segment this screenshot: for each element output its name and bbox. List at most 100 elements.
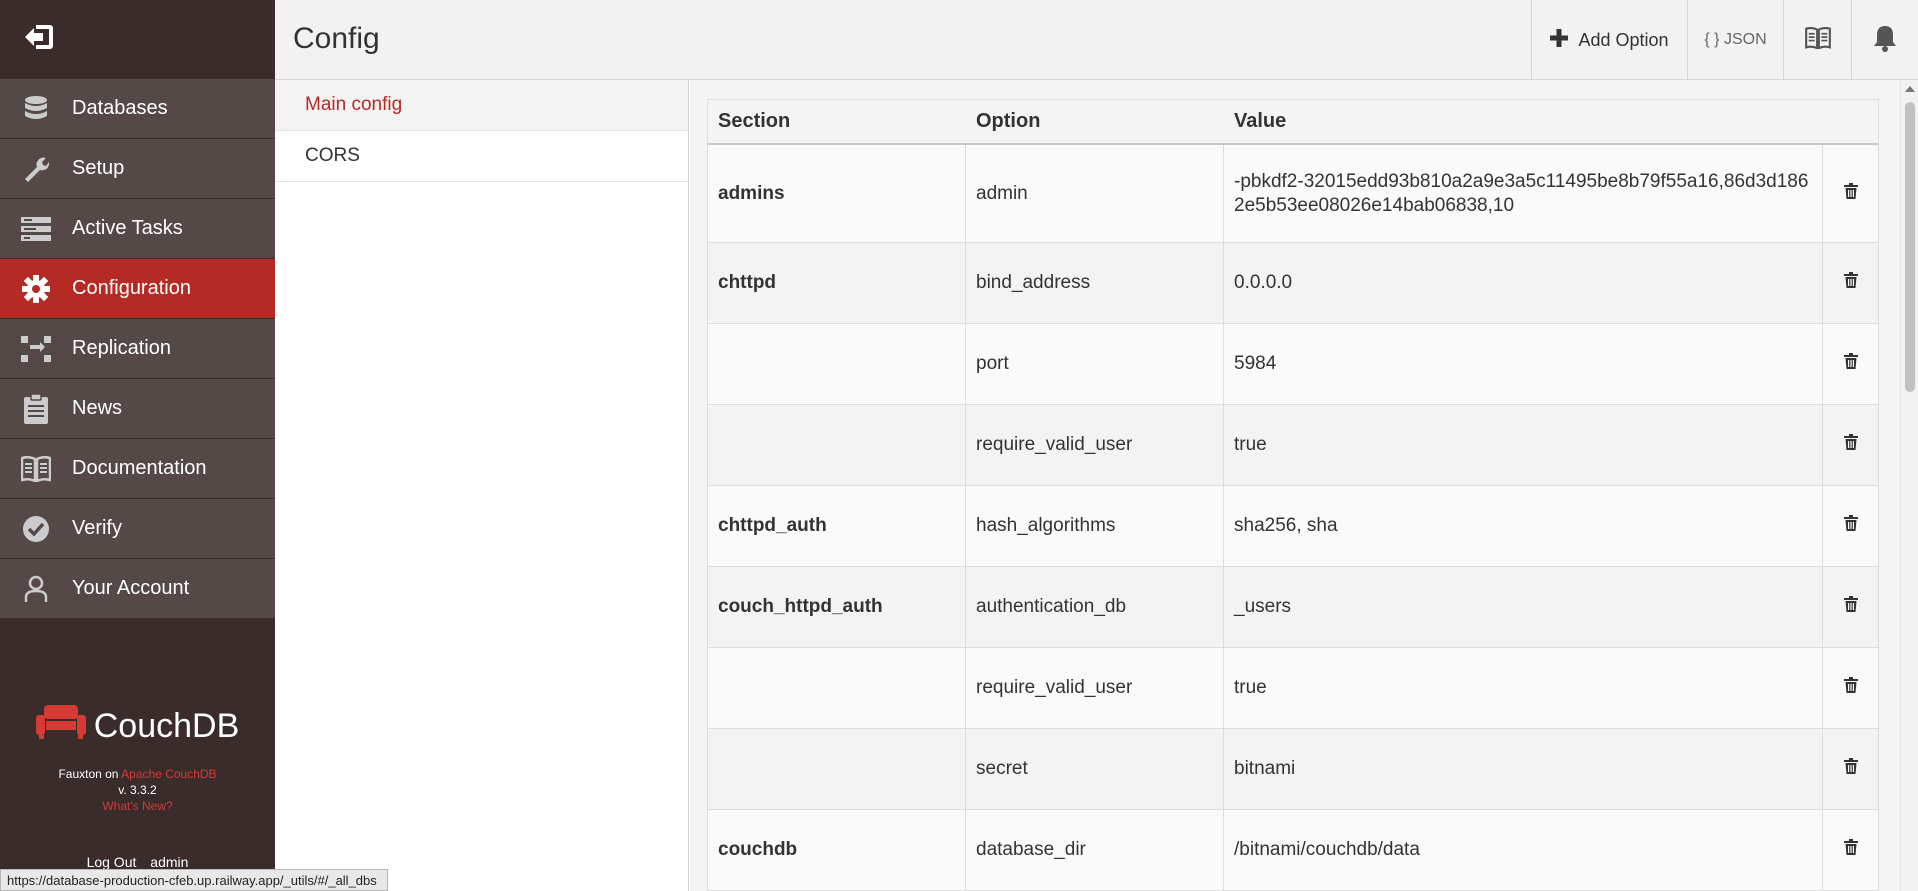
value-cell[interactable]: -pbkdf2-32015edd93b810a2a9e3a5c11495be8b… — [1224, 145, 1823, 242]
scrollbar-thumb[interactable] — [1905, 102, 1915, 392]
section-cell: couchdb — [708, 810, 966, 890]
value-cell[interactable]: true — [1224, 648, 1823, 728]
delete-option-button[interactable] — [1823, 648, 1878, 728]
delete-option-button[interactable] — [1823, 729, 1878, 809]
sidebar-item-setup[interactable]: Setup — [0, 139, 275, 199]
book-icon — [0, 455, 72, 482]
notifications-button[interactable] — [1851, 0, 1918, 80]
table-row: couch_httpd_auth authentication_db _user… — [707, 567, 1879, 648]
value-cell[interactable]: /bitnami/couchdb/data — [1224, 810, 1823, 890]
trash-icon — [1843, 434, 1858, 456]
brand: CouchDB Fauxton on Apache CouchDB v. 3.3… — [0, 705, 275, 814]
trash-icon — [1843, 182, 1858, 205]
column-header-value: Value — [1234, 110, 1287, 132]
value-cell[interactable]: true — [1224, 405, 1823, 485]
page-header: Config Add Option { } JSON — [275, 0, 1918, 80]
database-icon — [0, 95, 72, 123]
brand-name: CouchDB — [93, 707, 240, 745]
option-cell[interactable]: require_valid_user — [966, 405, 1224, 485]
column-header-option: Option — [976, 110, 1041, 132]
value-cell[interactable]: _users — [1224, 567, 1823, 647]
sidebar-item-label: Verify — [72, 517, 123, 539]
config-panel: Section Option Value admins admin -pbkdf… — [690, 80, 1900, 891]
username: admin — [150, 854, 189, 870]
sidebar-item-configuration[interactable]: Configuration — [0, 259, 275, 319]
section-cell — [708, 405, 966, 485]
option-cell[interactable]: admin — [966, 145, 1224, 242]
option-cell[interactable]: database_dir — [966, 810, 1224, 890]
option-cell[interactable]: port — [966, 324, 1224, 404]
trash-icon — [1843, 272, 1858, 294]
logout-link[interactable]: Log Out — [87, 854, 137, 870]
option-cell[interactable]: bind_address — [966, 243, 1224, 323]
section-cell — [708, 729, 966, 809]
plus-icon — [1550, 28, 1569, 52]
table-row: chttpd bind_address 0.0.0.0 — [707, 243, 1879, 324]
trash-icon — [1843, 353, 1858, 375]
option-cell[interactable]: hash_algorithms — [966, 486, 1224, 566]
collapse-sidebar-icon[interactable] — [22, 22, 56, 57]
sidebar-item-replication[interactable]: Replication — [0, 319, 275, 379]
tasks-icon — [0, 216, 72, 241]
value-cell[interactable]: sha256, sha — [1224, 486, 1823, 566]
option-cell[interactable]: authentication_db — [966, 567, 1224, 647]
value-cell[interactable]: 5984 — [1224, 324, 1823, 404]
section-cell — [708, 648, 966, 728]
column-header-section: Section — [718, 110, 791, 132]
value-cell[interactable]: 0.0.0.0 — [1224, 243, 1823, 323]
sidebar-item-documentation[interactable]: Documentation — [0, 439, 275, 499]
couchdb-logo[interactable]: CouchDB — [0, 705, 275, 748]
sidebar-item-label: Documentation — [72, 457, 207, 479]
sidebar-item-label: Your Account — [72, 577, 190, 599]
couch-icon — [35, 705, 86, 748]
scroll-up-arrow-icon[interactable] — [1905, 86, 1915, 92]
config-tabs: Main config CORS — [275, 80, 689, 891]
version-text: v. 3.3.2 — [118, 783, 157, 797]
delete-option-button[interactable] — [1823, 324, 1878, 404]
delete-option-button[interactable] — [1823, 145, 1878, 242]
trash-icon — [1843, 596, 1858, 618]
wrench-icon — [0, 155, 72, 183]
tab-cors[interactable]: CORS — [275, 131, 688, 182]
sidebar-nav: Databases Setup Active Tasks Configurati… — [0, 79, 275, 619]
bell-icon — [1873, 24, 1897, 57]
sidebar-item-verify[interactable]: Verify — [0, 499, 275, 559]
tab-main-config[interactable]: Main config — [275, 80, 688, 131]
table-header: Section Option Value — [707, 99, 1879, 145]
table-row: require_valid_user true — [707, 648, 1879, 729]
delete-option-button[interactable] — [1823, 810, 1878, 890]
delete-option-button[interactable] — [1823, 405, 1878, 485]
trash-icon — [1843, 758, 1858, 780]
option-cell[interactable]: require_valid_user — [966, 648, 1224, 728]
table-row: require_valid_user true — [707, 405, 1879, 486]
json-button[interactable]: { } JSON — [1687, 0, 1783, 80]
delete-option-button[interactable] — [1823, 567, 1878, 647]
table-row: admins admin -pbkdf2-32015edd93b810a2a9e… — [707, 145, 1879, 243]
table-row: port 5984 — [707, 324, 1879, 405]
sidebar-item-databases[interactable]: Databases — [0, 79, 275, 139]
section-cell: chttpd_auth — [708, 486, 966, 566]
sidebar-item-active-tasks[interactable]: Active Tasks — [0, 199, 275, 259]
page-title: Config — [293, 22, 380, 55]
sidebar-item-your-account[interactable]: Your Account — [0, 559, 275, 619]
apache-couchdb-link[interactable]: Apache CouchDB — [121, 767, 216, 781]
value-cell[interactable]: bitnami — [1224, 729, 1823, 809]
section-cell: couch_httpd_auth — [708, 567, 966, 647]
vertical-scrollbar[interactable] — [1900, 80, 1918, 891]
delete-option-button[interactable] — [1823, 486, 1878, 566]
delete-option-button[interactable] — [1823, 243, 1878, 323]
user-icon — [0, 575, 72, 603]
sidebar-item-news[interactable]: News — [0, 379, 275, 439]
add-option-button[interactable]: Add Option — [1531, 0, 1687, 80]
whats-new-link[interactable]: What's New? — [0, 798, 275, 814]
logout-area: Log Out admin — [0, 854, 275, 870]
status-bar-url: https://database-production-cfeb.up.rail… — [0, 869, 388, 891]
sidebar: Databases Setup Active Tasks Configurati… — [0, 0, 275, 891]
sidebar-item-label: Replication — [72, 337, 171, 359]
documentation-button[interactable] — [1783, 0, 1851, 80]
section-cell — [708, 324, 966, 404]
fauxton-on-text: Fauxton on — [58, 767, 119, 781]
option-cell[interactable]: secret — [966, 729, 1224, 809]
sidebar-item-label: News — [72, 397, 123, 419]
config-table: Section Option Value admins admin -pbkdf… — [707, 99, 1879, 891]
